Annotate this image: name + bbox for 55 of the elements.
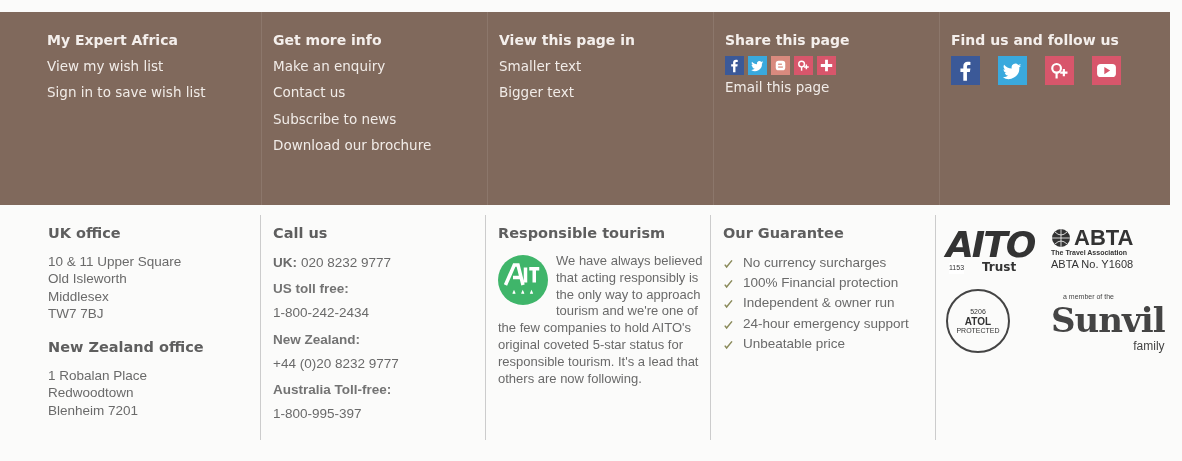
logo-text: AITO	[946, 227, 1035, 263]
column-heading: My Expert Africa	[47, 31, 179, 50]
logo-text: ABTA	[1074, 227, 1134, 249]
logo-text: ABTA No. Y1608	[1051, 257, 1135, 272]
section-heading: Call us	[273, 224, 329, 243]
footer-link[interactable]: Sign in to save wish list	[47, 82, 251, 103]
footer-link[interactable]: Bigger text	[499, 82, 703, 103]
footer-link[interactable]: Make an enquiry	[273, 56, 477, 77]
phone-label: Australia Toll-free:	[273, 381, 393, 399]
guarantee-text: 100% Financial protection	[743, 274, 899, 292]
check-icon	[723, 318, 735, 331]
footer-link[interactable]: Download our brochure	[273, 134, 477, 155]
office-heading: UK office	[48, 224, 122, 243]
phone-label: UK:	[273, 253, 297, 272]
footer-link[interactable]: Contact us	[273, 82, 477, 103]
phone-label: New Zealand:	[273, 330, 362, 349]
round-badge-icon	[498, 254, 548, 305]
address-text: 10 & 11 Upper Square Old Isleworth Middlesex TW7 7BJ	[48, 252, 183, 323]
phone-label: US toll free:	[273, 280, 350, 298]
guarantee-text: 24-hour emergency support	[743, 314, 909, 333]
logo-text: ATOL	[964, 315, 992, 327]
logo-text: family	[1132, 340, 1165, 352]
check-icon	[723, 338, 735, 351]
play-icon[interactable]	[1092, 56, 1121, 85]
column-heading: View this page in	[499, 31, 636, 50]
column-heading: Share this page	[725, 31, 851, 50]
address-text: 1 Robalan Place Redwoodtown Blenheim 7201	[48, 366, 149, 420]
logo-text: Trust	[982, 260, 1017, 274]
office-heading: New Zealand office	[48, 337, 205, 357]
guarantee-text: No currency surcharges	[743, 253, 887, 272]
paragraph-text: We have always believed that acting responsibly is the only way to approach tourism and we're one of the few companies to hold AITO's original coveted 5-star status for responsible tourism. It's a lead that others are now following.	[498, 252, 704, 388]
section-heading: Our Guarantee	[723, 224, 845, 243]
facebook-icon[interactable]	[725, 56, 744, 75]
column-heading: Find us and follow us	[951, 31, 1120, 50]
twitter-bird-icon[interactable]	[998, 56, 1027, 85]
check-icon	[723, 278, 735, 290]
guarantee-text: Independent & owner run	[743, 294, 895, 313]
column-heading: Get more info	[273, 31, 383, 50]
footer-link[interactable]: View my wish list	[47, 56, 251, 77]
footer-link[interactable]: Email this page	[725, 77, 929, 98]
facebook-icon[interactable]	[951, 56, 980, 85]
blog-icon[interactable]	[771, 56, 790, 75]
phone-number: 1-800-995-397	[273, 405, 363, 424]
phone-number: +44 (0)20 8232 9777	[273, 354, 400, 373]
section-heading: Responsible tourism	[498, 224, 667, 243]
footer-link[interactable]: Subscribe to news	[273, 108, 477, 129]
check-icon	[723, 257, 735, 270]
guarantee-text: Unbeatable price	[743, 334, 846, 353]
phone-number: 020 8232 9777	[301, 253, 392, 272]
check-icon	[723, 298, 735, 311]
phone-number: 1-800-242-2434	[273, 304, 371, 323]
footer-link[interactable]: Smaller text	[499, 56, 703, 77]
plus-icon[interactable]	[817, 56, 836, 75]
logo-text: Sunvil	[1051, 300, 1165, 340]
globe-icon	[1051, 228, 1071, 248]
